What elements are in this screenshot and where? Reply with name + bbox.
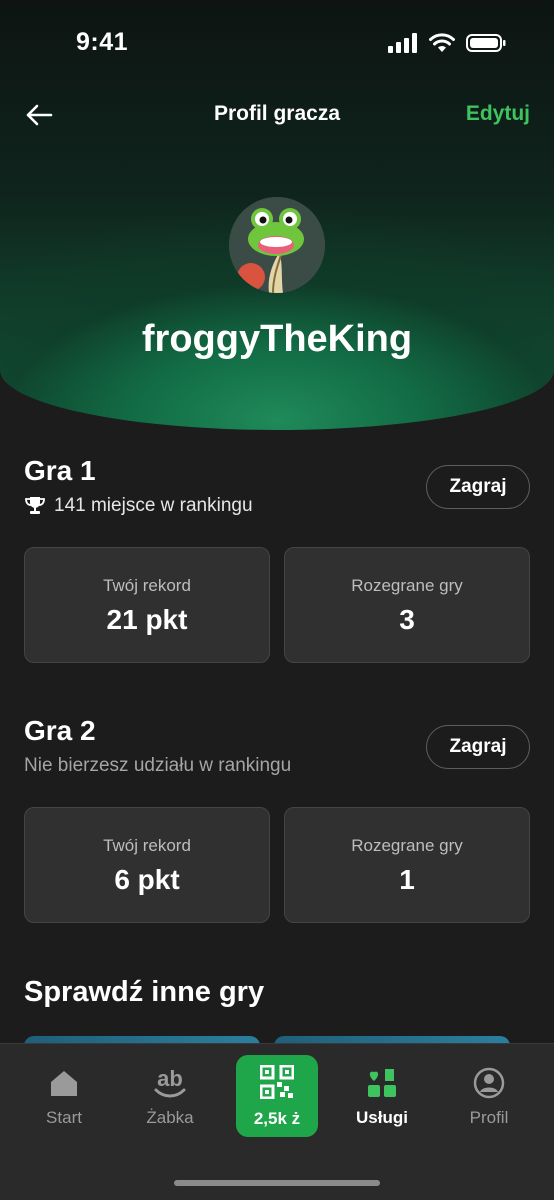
tab-profil[interactable]: Profil (441, 1066, 537, 1128)
avatar (229, 197, 325, 293)
status-icons (388, 33, 506, 53)
stat-label: Rozegrane gry (351, 576, 463, 595)
status-bar: 9:41 (0, 0, 554, 88)
stat-value: 6 pkt (114, 864, 180, 895)
points-balance: 2,5k ż (253, 1109, 301, 1128)
other-games-title: Sprawdź inne gry (24, 976, 265, 1008)
bottom-tab-bar: Start ab Żabka 2,5k ż Usługi Profil (0, 1043, 554, 1200)
home-icon (51, 1071, 77, 1096)
status-time: 9:41 (76, 28, 129, 56)
stat-label: Twój rekord (103, 836, 191, 855)
game-title: Gra 1 (24, 455, 96, 486)
qr-code-icon (260, 1065, 294, 1099)
tab-start[interactable]: Start (16, 1066, 112, 1128)
frog-avatar-icon (229, 197, 325, 293)
record-card: Twój rekord 21 pkt (24, 547, 270, 663)
ranking-text: Nie bierzesz udziału w rankingu (24, 755, 292, 776)
tab-uslugi[interactable]: Usługi (334, 1066, 430, 1128)
profile-icon (473, 1067, 505, 1099)
edit-button[interactable]: Edytuj (466, 102, 530, 126)
svg-text:ab: ab (157, 1066, 183, 1091)
record-card: Twój rekord 6 pkt (24, 807, 270, 923)
tab-zabka[interactable]: ab Żabka (122, 1066, 218, 1128)
tab-label: Profil (469, 1108, 509, 1127)
zabka-logo-icon: ab (154, 1066, 186, 1098)
play-button[interactable]: Zagraj (426, 465, 530, 509)
stat-label: Twój rekord (103, 576, 191, 595)
game-card-2: Gra 2 Nie bierzesz udziału w rankingu Za… (24, 715, 530, 925)
tab-label: Usługi (356, 1108, 408, 1127)
stat-value: 21 pkt (106, 604, 188, 635)
game-card-1: Gra 1 141 miejsce w rankingu Zagraj Twój… (24, 455, 530, 665)
qr-wallet-button[interactable]: 2,5k ż (236, 1055, 318, 1137)
services-icon (368, 1069, 396, 1097)
navigation-bar: Profil gracza Edytuj (0, 96, 554, 136)
games-played-card: Rozegrane gry 3 (284, 547, 530, 663)
tab-label: Start (46, 1108, 82, 1127)
home-indicator (174, 1180, 380, 1186)
username: froggyTheKing (141, 318, 413, 360)
ranking-text: 141 miejsce w rankingu (54, 495, 253, 516)
battery-icon (466, 34, 506, 52)
play-button[interactable]: Zagraj (426, 725, 530, 769)
tab-label: Żabka (146, 1108, 194, 1127)
ranking-info: Nie bierzesz udziału w rankingu (24, 755, 291, 777)
stat-value: 3 (399, 604, 415, 635)
trophy-icon (25, 497, 45, 514)
game-title: Gra 2 (24, 715, 96, 746)
ranking-info: 141 miejsce w rankingu (24, 495, 253, 517)
stat-value: 1 (399, 864, 415, 895)
wifi-icon (429, 33, 455, 52)
games-played-card: Rozegrane gry 1 (284, 807, 530, 923)
signal-icon (388, 33, 417, 53)
stat-label: Rozegrane gry (351, 836, 463, 855)
